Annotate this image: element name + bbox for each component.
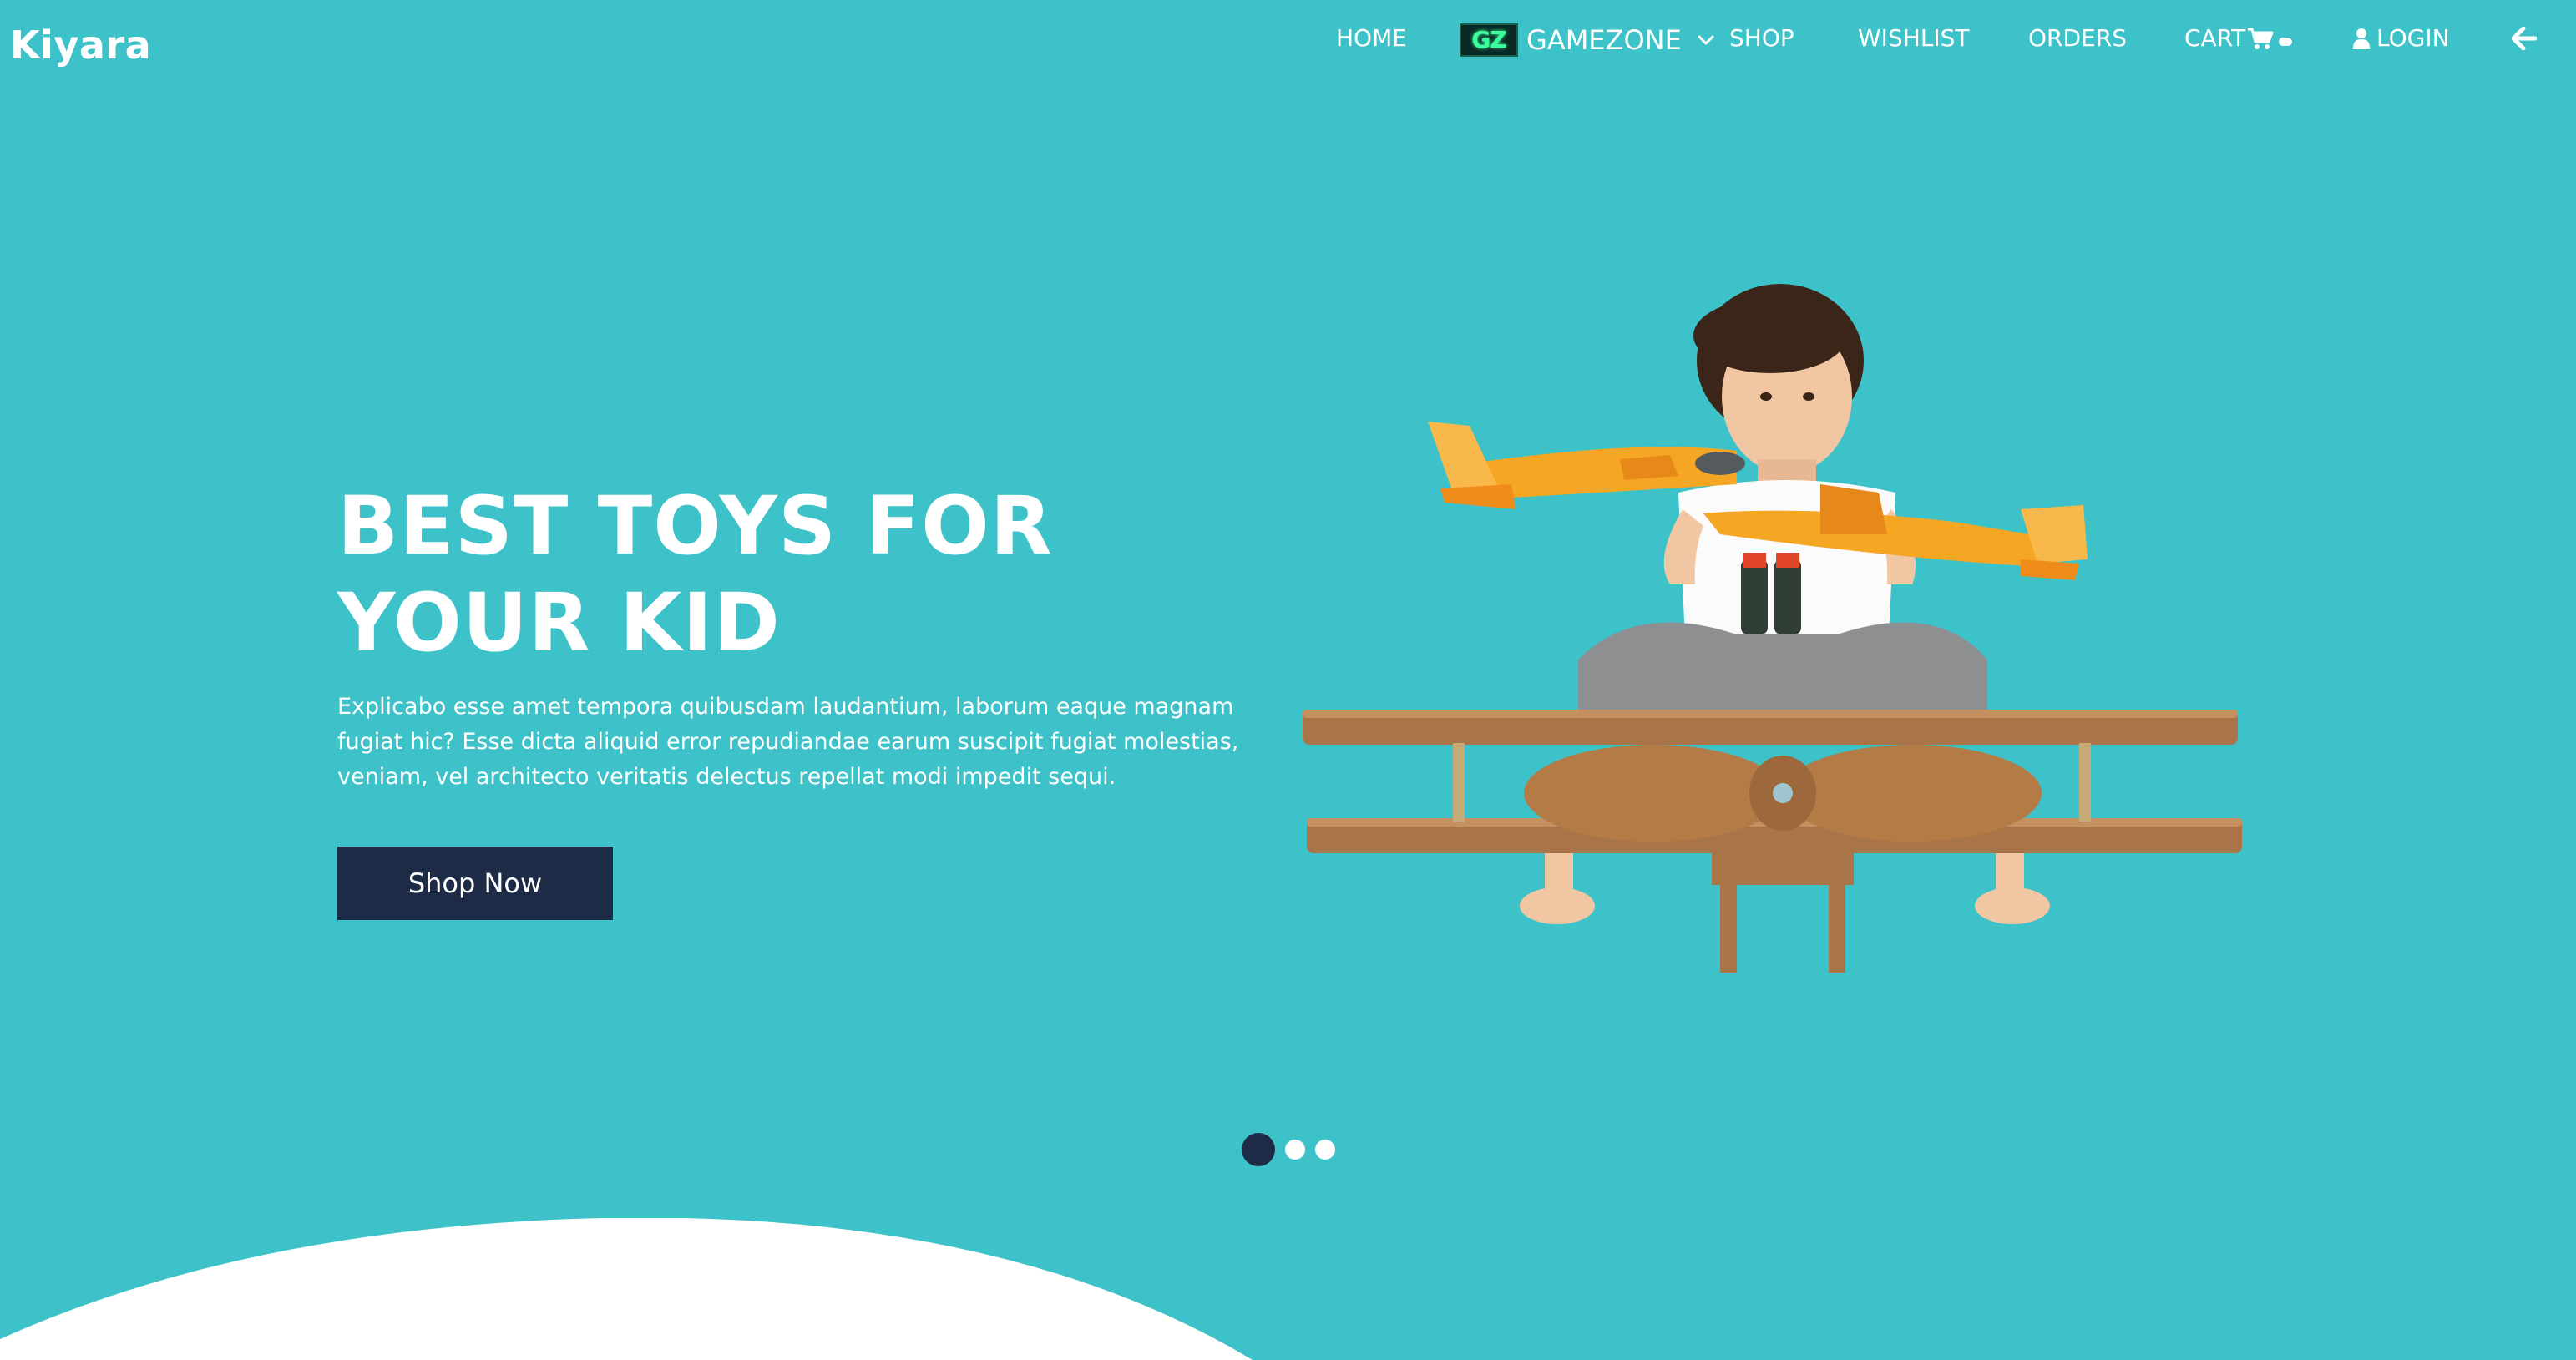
user-icon — [2353, 28, 2370, 49]
hero-title-line2: YOUR KID — [337, 576, 781, 670]
gamezone-logo: GZ — [1460, 23, 1518, 57]
chevron-down-icon — [1697, 34, 1715, 46]
carousel-dot-2[interactable] — [1285, 1140, 1305, 1160]
hero-title-line1: BEST TOYS FOR — [337, 479, 1053, 573]
nav-login-label: LOGIN — [2376, 24, 2450, 52]
nav-wishlist[interactable]: WISHLIST — [1858, 18, 1970, 58]
page: Kiyara HOME GZ GAMEZONE SHOP WISHLIST OR… — [0, 0, 2576, 1360]
nav-gamezone-label: GAMEZONE — [1526, 24, 1682, 56]
nav-gamezone[interactable]: GZ GAMEZONE — [1460, 20, 1715, 60]
hero-description: Explicabo esse amet tempora quibusdam la… — [337, 694, 1239, 790]
shop-now-button[interactable]: Shop Now — [337, 847, 613, 920]
brand-logo[interactable]: Kiyara — [10, 18, 151, 72]
carousel-dot-3[interactable] — [1315, 1140, 1335, 1160]
cart-badge — [2279, 38, 2293, 46]
nav-orders[interactable]: ORDERS — [2028, 18, 2127, 58]
nav-cart[interactable]: CART — [2184, 18, 2293, 58]
cart-icon — [2247, 27, 2274, 50]
nav-home[interactable]: HOME — [1336, 18, 1407, 58]
carousel-indicators — [1242, 1133, 1345, 1166]
nav-login[interactable]: LOGIN — [2353, 18, 2450, 58]
arrow-left-icon[interactable] — [2512, 18, 2537, 58]
hero-image — [1303, 284, 2242, 973]
nav-cart-label: CART — [2184, 24, 2246, 52]
hero-title: BEST TOYS FOR YOUR KID — [337, 478, 1089, 671]
bottom-wave — [0, 1218, 1253, 1360]
nav-shop[interactable]: SHOP — [1729, 18, 1794, 58]
carousel-dot-1[interactable] — [1242, 1133, 1275, 1166]
